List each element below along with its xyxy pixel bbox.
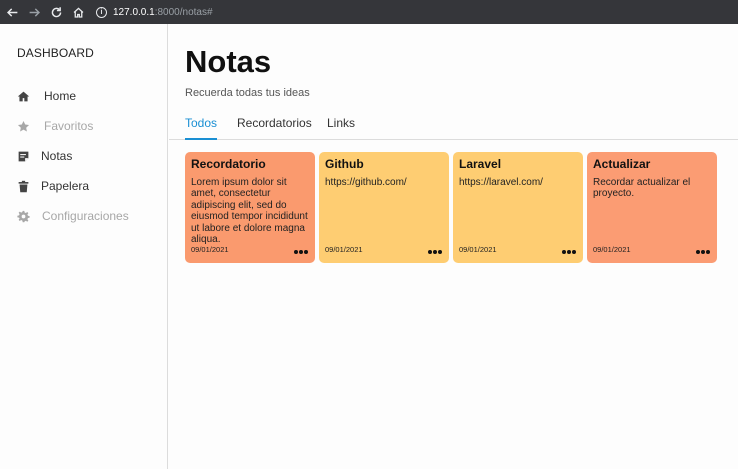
- more-options-icon[interactable]: [294, 249, 308, 255]
- note-body: https://github.com/: [325, 177, 407, 188]
- note-card[interactable]: Recordatorio Lorem ipsum dolor sit amet,…: [185, 152, 315, 263]
- note-body: Recordar actualizar el proyecto.: [593, 177, 691, 200]
- note-card[interactable]: Actualizar Recordar actualizar el proyec…: [587, 152, 717, 263]
- back-button[interactable]: [2, 2, 22, 22]
- note-title: Recordatorio: [191, 157, 266, 171]
- sidebar-item-notas[interactable]: Notas: [16, 147, 72, 165]
- sidebar-item-label: Papelera: [41, 179, 90, 193]
- more-options-icon[interactable]: [562, 249, 576, 255]
- note-card[interactable]: Laravel https://laravel.com/ 09/01/2021: [453, 152, 583, 263]
- home-button[interactable]: [68, 2, 88, 22]
- note-icon: [16, 149, 30, 163]
- arrow-left-icon: [6, 7, 17, 17]
- page-title: Notas: [185, 44, 272, 79]
- forward-button[interactable]: [24, 2, 44, 22]
- sidebar-item-label: Notas: [41, 149, 73, 163]
- more-options-icon[interactable]: [428, 249, 442, 255]
- note-body: Lorem ipsum dolor sit amet, consectetur …: [191, 177, 308, 246]
- gear-icon: [16, 209, 30, 223]
- sidebar-item-home[interactable]: Home: [16, 87, 76, 105]
- url-path: :8000/notas#: [154, 6, 213, 18]
- home-icon: [16, 89, 30, 103]
- reload-icon: [51, 6, 61, 17]
- trash-icon: [16, 179, 30, 193]
- sidebar-item-configuraciones[interactable]: Configuraciones: [16, 207, 129, 225]
- note-card[interactable]: Github https://github.com/ 09/01/2021: [319, 152, 449, 263]
- more-options-icon[interactable]: [696, 249, 710, 255]
- site-info-icon[interactable]: i: [96, 6, 107, 18]
- page-subtitle: Recuerda todas tus ideas: [185, 87, 310, 99]
- reload-button[interactable]: [46, 2, 66, 22]
- main-content: Notas Recuerda todas tus ideas Todos Rec…: [169, 24, 738, 469]
- tab-recordatorios[interactable]: Recordatorios: [237, 116, 312, 140]
- sidebar: DASHBOARD Home Favoritos Notas Papelera …: [0, 24, 168, 469]
- sidebar-item-favoritos[interactable]: Favoritos: [16, 117, 93, 135]
- browser-home-icon: [73, 7, 83, 18]
- url-host: 127.0.0.1: [113, 6, 155, 18]
- browser-toolbar: i 127.0.0.1:8000/notas#: [0, 0, 738, 24]
- sidebar-item-label: Home: [44, 89, 77, 103]
- note-title: Laravel: [459, 157, 502, 171]
- note-title: Actualizar: [593, 157, 651, 171]
- tab-links[interactable]: Links: [327, 116, 355, 140]
- sidebar-title: DASHBOARD: [17, 46, 94, 60]
- tab-todos[interactable]: Todos: [185, 116, 218, 140]
- note-date: 09/01/2021: [593, 245, 631, 254]
- address-bar[interactable]: i 127.0.0.1:8000/notas#: [96, 2, 730, 22]
- note-date: 09/01/2021: [325, 245, 363, 254]
- star-icon: [16, 119, 30, 133]
- sidebar-item-label: Configuraciones: [42, 209, 129, 223]
- sidebar-item-label: Favoritos: [44, 119, 94, 133]
- note-title: Github: [325, 157, 364, 171]
- sidebar-item-papelera[interactable]: Papelera: [16, 177, 89, 195]
- note-date: 09/01/2021: [459, 245, 497, 254]
- tab-bar: Todos Recordatorios Links: [169, 110, 738, 140]
- note-date: 09/01/2021: [191, 245, 229, 254]
- arrow-right-icon: [29, 7, 40, 17]
- note-body: https://laravel.com/: [459, 177, 543, 188]
